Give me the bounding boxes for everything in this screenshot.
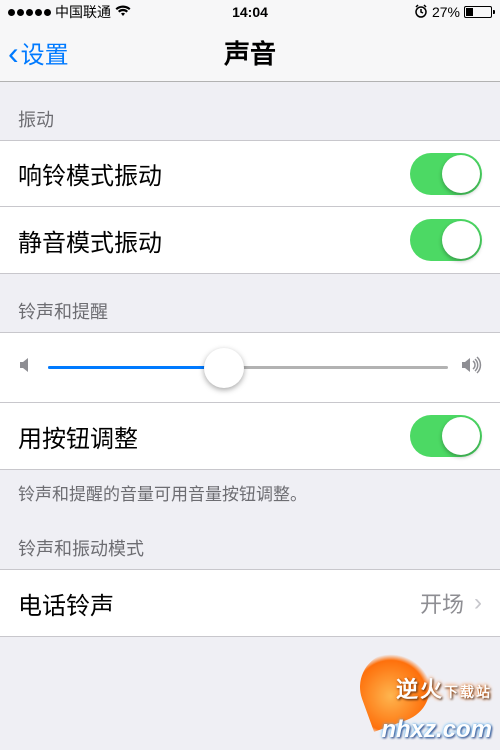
- chevron-left-icon: ‹: [8, 37, 19, 69]
- label-vibrate-on-ring: 响铃模式振动: [18, 156, 162, 191]
- label-vibrate-on-silent: 静音模式振动: [18, 223, 162, 258]
- toggle-change-with-buttons[interactable]: [410, 415, 482, 457]
- section-header-patterns: 铃声和振动模式: [0, 511, 500, 569]
- speaker-high-icon: [460, 356, 482, 379]
- slider-thumb[interactable]: [204, 348, 244, 388]
- cell-vibrate-on-silent: 静音模式振动: [0, 207, 500, 273]
- label-ringtone: 电话铃声: [18, 586, 114, 621]
- speaker-low-icon: [18, 356, 36, 379]
- cell-change-with-buttons: 用按钮调整: [0, 403, 500, 469]
- page-title: 声音: [224, 34, 276, 71]
- back-button[interactable]: ‹ 设置: [0, 35, 69, 70]
- wifi-icon: [115, 4, 131, 20]
- value-ringtone: 开场: [420, 587, 464, 619]
- volume-slider[interactable]: [48, 366, 448, 369]
- section-header-vibrate: 振动: [0, 82, 500, 140]
- group-patterns: 电话铃声 开场 ›: [0, 569, 500, 637]
- back-label: 设置: [21, 35, 69, 70]
- status-left: 中国联通: [8, 2, 131, 22]
- battery-icon: [464, 6, 492, 18]
- group-ringer: 用按钮调整: [0, 332, 500, 470]
- watermark-url: nhxz.com: [381, 716, 492, 744]
- battery-pct: 27%: [432, 4, 460, 20]
- clock: 14:04: [232, 4, 268, 20]
- status-bar: 中国联通 14:04 27%: [0, 0, 500, 24]
- watermark-brand: 逆火下载站: [396, 672, 492, 704]
- nav-bar: ‹ 设置 声音: [0, 24, 500, 82]
- status-right: 27%: [414, 4, 492, 21]
- group-vibrate: 响铃模式振动 静音模式振动: [0, 140, 500, 274]
- section-header-ringer: 铃声和提醒: [0, 274, 500, 332]
- toggle-vibrate-on-silent[interactable]: [410, 219, 482, 261]
- cell-volume-slider: [0, 333, 500, 403]
- chevron-right-icon: ›: [474, 589, 482, 617]
- label-change-with-buttons: 用按钮调整: [18, 419, 138, 454]
- flame-icon: [350, 642, 440, 732]
- signal-strength-icon: [8, 9, 51, 16]
- footer-ringer: 铃声和提醒的音量可用音量按钮调整。: [0, 470, 500, 511]
- cell-ringtone[interactable]: 电话铃声 开场 ›: [0, 570, 500, 636]
- carrier-label: 中国联通: [55, 2, 111, 22]
- toggle-vibrate-on-ring[interactable]: [410, 153, 482, 195]
- alarm-icon: [414, 4, 428, 21]
- cell-vibrate-on-ring: 响铃模式振动: [0, 141, 500, 207]
